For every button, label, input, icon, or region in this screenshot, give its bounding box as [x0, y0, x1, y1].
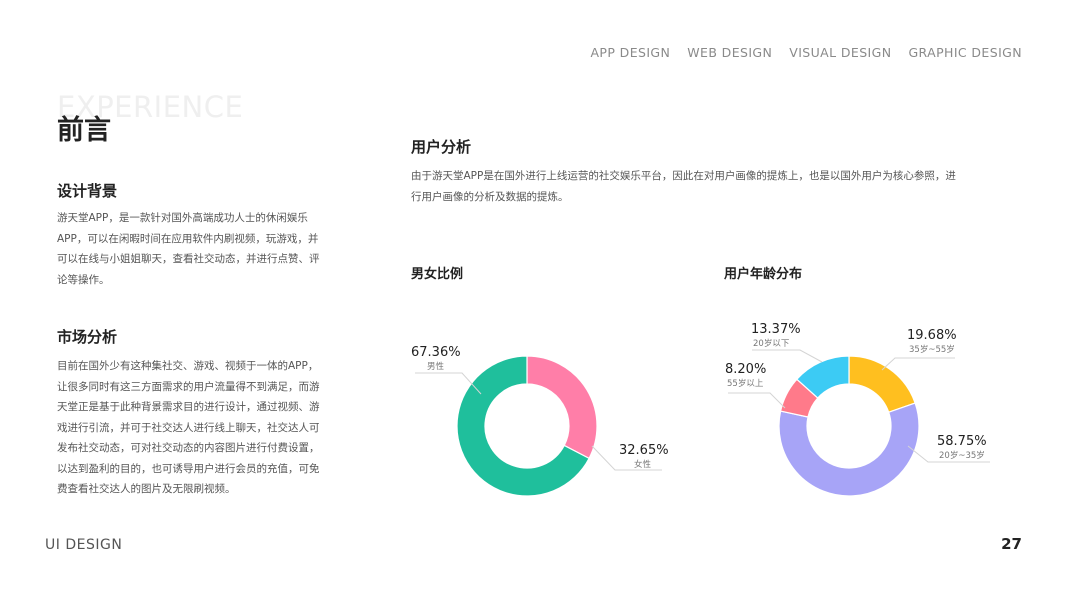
page-number: 27	[1001, 535, 1022, 553]
label-age-55-plus-name: 55岁以上	[727, 378, 764, 389]
slice-age-20-35	[778, 402, 920, 497]
label-age-55-plus-pct: 8.20%	[725, 362, 766, 377]
label-age-under-20-name: 20岁以下	[753, 338, 790, 349]
slice-female	[526, 355, 598, 460]
label-female-name: 女性	[634, 459, 652, 470]
label-age-under-20: 13.37% 20岁以下	[751, 322, 823, 363]
label-age-35-55: 19.68% 35岁~55岁	[881, 328, 957, 371]
label-male-pct: 67.36%	[411, 345, 461, 360]
label-male-name: 男性	[427, 361, 445, 372]
label-age-55-plus: 8.20% 55岁以上	[725, 362, 786, 409]
leader-line	[728, 392, 786, 409]
footer-ui-design: UI DESIGN	[45, 537, 123, 553]
gender-donut-chart	[456, 355, 598, 497]
leader-line	[752, 349, 823, 363]
label-age-under-20-pct: 13.37%	[751, 322, 801, 337]
donut-charts: 67.36% 男性 32.65% 女性 19.68% 35岁~55岁 58.75…	[411, 322, 990, 497]
label-female: 32.65% 女性	[591, 443, 669, 471]
label-age-20-35-name: 20岁~35岁	[939, 450, 985, 461]
label-age-20-35: 58.75% 20岁~35岁	[907, 434, 990, 463]
label-female-pct: 32.65%	[619, 443, 669, 458]
label-age-35-55-name: 35岁~55岁	[909, 344, 955, 355]
label-age-35-55-pct: 19.68%	[907, 328, 957, 343]
label-age-20-35-pct: 58.75%	[937, 434, 987, 449]
age-donut-chart	[778, 355, 920, 497]
leader-line	[881, 357, 955, 371]
slice-age-35-55	[848, 355, 916, 413]
